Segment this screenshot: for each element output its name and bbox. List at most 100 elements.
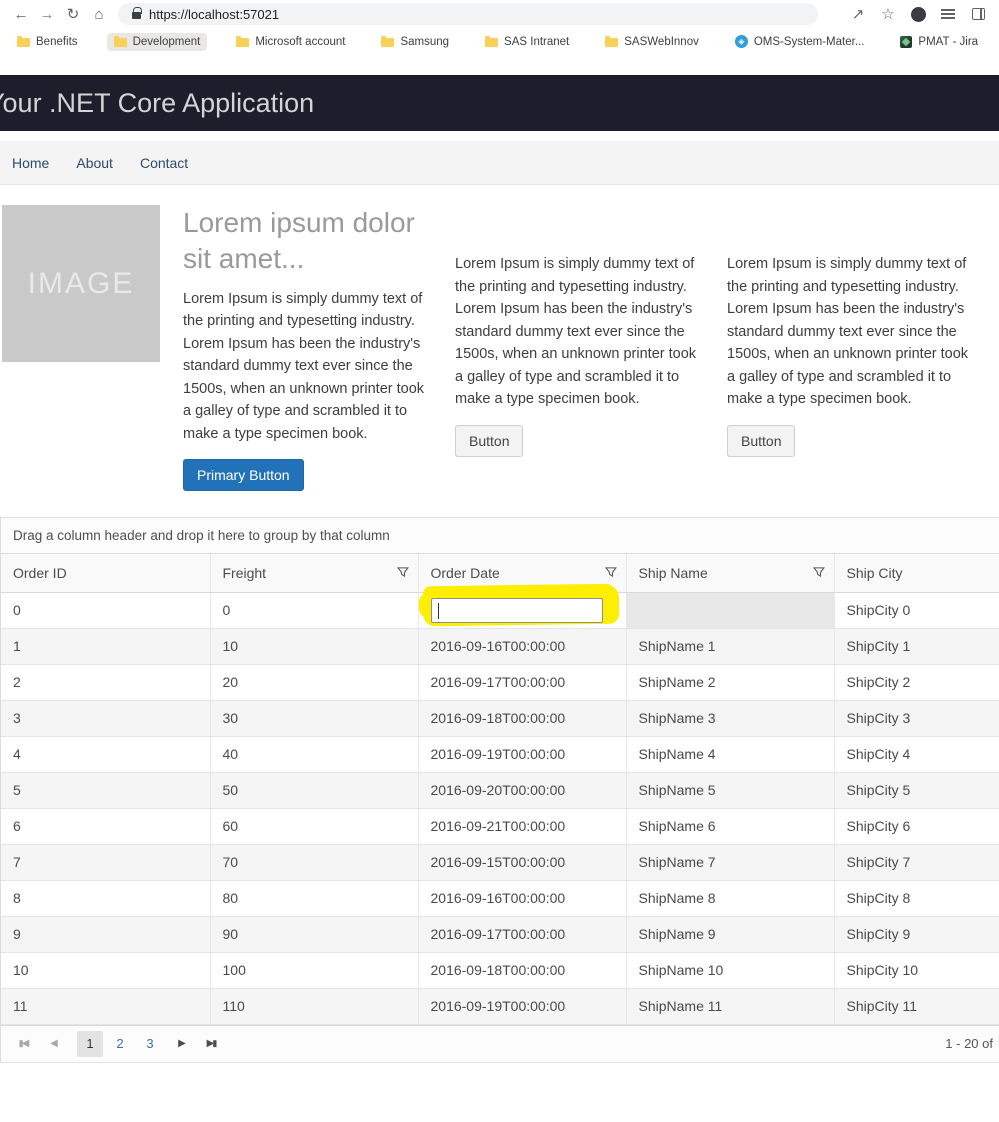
order-date-cell[interactable]: 2016-09-18T00:00:00 — [418, 952, 626, 988]
pager-last-icon[interactable]: ▶ — [199, 1031, 225, 1057]
refresh-icon[interactable]: ↻ — [60, 2, 86, 26]
ship-name-cell[interactable]: ShipName 3 — [626, 700, 834, 736]
ship-name-cell[interactable]: ShipName 8 — [626, 880, 834, 916]
freight-cell[interactable]: 90 — [210, 916, 418, 952]
button-2[interactable]: Button — [455, 425, 523, 457]
ship-city-cell[interactable]: ShipCity 10 — [834, 952, 999, 988]
bookmark-microsoft-account[interactable]: Microsoft account — [229, 33, 352, 51]
order-id-cell[interactable]: 1 — [1, 628, 210, 664]
order-id-cell[interactable]: 5 — [1, 772, 210, 808]
ship-name-cell[interactable]: ShipName 5 — [626, 772, 834, 808]
ship-city-cell[interactable]: ShipCity 9 — [834, 916, 999, 952]
column-header-ship-name[interactable]: Ship Name — [626, 554, 834, 592]
order-date-cell[interactable]: 2016-09-17T00:00:00 — [418, 916, 626, 952]
bookmark-pmat-jira[interactable]: PMAT - Jira — [893, 33, 985, 51]
nav-item-about[interactable]: About — [76, 155, 113, 171]
order-date-cell[interactable]: 2016-09-19T00:00:00 — [418, 988, 626, 1024]
pager-page-1[interactable]: 1 — [77, 1031, 103, 1057]
order-id-cell[interactable]: 10 — [1, 952, 210, 988]
order-date-cell[interactable]: 2016-09-19T00:00:00 — [418, 736, 626, 772]
pager-first-icon[interactable]: ◀ — [11, 1031, 37, 1057]
order-date-cell[interactable]: 2016-09-21T00:00:00 — [418, 808, 626, 844]
order-id-cell[interactable]: 4 — [1, 736, 210, 772]
freight-cell[interactable]: 110 — [210, 988, 418, 1024]
ship-name-cell[interactable]: ShipName 10 — [626, 952, 834, 988]
bookmark-sas-intranet[interactable]: SAS Intranet — [478, 33, 576, 51]
bookmark-samsung[interactable]: Samsung — [374, 33, 456, 51]
ship-name-cell[interactable]: ShipName 7 — [626, 844, 834, 880]
order-id-cell[interactable]: 8 — [1, 880, 210, 916]
nav-item-contact[interactable]: Contact — [140, 155, 188, 171]
home-icon[interactable]: ⌂ — [86, 2, 112, 26]
bookmark-saswebinnov[interactable]: SASWebInnov — [598, 33, 706, 51]
group-drop-hint[interactable]: Drag a column header and drop it here to… — [1, 518, 999, 554]
freight-cell[interactable]: 70 — [210, 844, 418, 880]
order-id-cell[interactable]: 0 — [1, 592, 210, 628]
ship-name-cell[interactable]: ShipName 2 — [626, 664, 834, 700]
pager-prev-icon[interactable]: ◀ — [41, 1031, 67, 1057]
pager-page-2[interactable]: 2 — [107, 1031, 133, 1057]
button-3[interactable]: Button — [727, 425, 795, 457]
filter-icon[interactable] — [397, 565, 409, 581]
forward-icon[interactable]: → — [34, 2, 60, 26]
bookmark-development[interactable]: Development — [107, 33, 208, 51]
sidebar-icon[interactable] — [965, 2, 991, 26]
ship-city-cell[interactable]: ShipCity 1 — [834, 628, 999, 664]
freight-cell[interactable]: 60 — [210, 808, 418, 844]
pager-page-3[interactable]: 3 — [137, 1031, 163, 1057]
ship-name-cell[interactable]: ShipName 1 — [626, 628, 834, 664]
ship-city-cell[interactable]: ShipCity 2 — [834, 664, 999, 700]
address-bar[interactable]: https://localhost:57021 — [118, 3, 818, 25]
order-date-cell[interactable] — [418, 592, 626, 628]
ship-name-cell[interactable]: ShipName 11 — [626, 988, 834, 1024]
freight-cell[interactable]: 30 — [210, 700, 418, 736]
order-id-cell[interactable]: 7 — [1, 844, 210, 880]
ship-city-cell[interactable]: ShipCity 5 — [834, 772, 999, 808]
share-icon[interactable]: ↗ — [845, 2, 871, 26]
order-date-input[interactable] — [431, 598, 603, 623]
order-id-cell[interactable]: 6 — [1, 808, 210, 844]
order-id-cell[interactable]: 9 — [1, 916, 210, 952]
freight-cell[interactable]: 20 — [210, 664, 418, 700]
primary-button[interactable]: Primary Button — [183, 459, 304, 491]
column-header-order-id[interactable]: Order ID — [1, 554, 210, 592]
order-date-cell[interactable]: 2016-09-16T00:00:00 — [418, 880, 626, 916]
freight-cell[interactable]: 40 — [210, 736, 418, 772]
filter-icon[interactable] — [813, 565, 825, 581]
ship-name-cell[interactable] — [626, 592, 834, 628]
order-date-cell[interactable]: 2016-09-18T00:00:00 — [418, 700, 626, 736]
filter-icon[interactable] — [605, 565, 617, 581]
order-id-cell[interactable]: 2 — [1, 664, 210, 700]
column-header-freight[interactable]: Freight — [210, 554, 418, 592]
bookmark-benefits[interactable]: Benefits — [10, 33, 85, 51]
ship-name-cell[interactable]: ShipName 4 — [626, 736, 834, 772]
bookmark-oms-system-mater-[interactable]: ◈OMS-System-Mater... — [728, 32, 872, 51]
ship-city-cell[interactable]: ShipCity 6 — [834, 808, 999, 844]
freight-cell[interactable]: 50 — [210, 772, 418, 808]
order-date-cell[interactable]: 2016-09-16T00:00:00 — [418, 628, 626, 664]
url-text[interactable]: https://localhost:57021 — [149, 7, 279, 22]
freight-cell[interactable]: 80 — [210, 880, 418, 916]
back-icon[interactable]: ← — [8, 2, 34, 26]
ship-city-cell[interactable]: ShipCity 7 — [834, 844, 999, 880]
order-date-cell[interactable]: 2016-09-17T00:00:00 — [418, 664, 626, 700]
column-header-ship-city[interactable]: Ship City — [834, 554, 999, 592]
ship-name-cell[interactable]: ShipName 9 — [626, 916, 834, 952]
freight-cell[interactable]: 100 — [210, 952, 418, 988]
order-id-cell[interactable]: 11 — [1, 988, 210, 1024]
order-date-cell[interactable]: 2016-09-15T00:00:00 — [418, 844, 626, 880]
ship-city-cell[interactable]: ShipCity 3 — [834, 700, 999, 736]
order-date-cell[interactable]: 2016-09-20T00:00:00 — [418, 772, 626, 808]
ship-city-cell[interactable]: ShipCity 4 — [834, 736, 999, 772]
ship-city-cell[interactable]: ShipCity 0 — [834, 592, 999, 628]
freight-cell[interactable]: 10 — [210, 628, 418, 664]
pager-next-icon[interactable]: ▶ — [169, 1031, 195, 1057]
ship-city-cell[interactable]: ShipCity 11 — [834, 988, 999, 1024]
nav-item-home[interactable]: Home — [12, 155, 49, 171]
ship-city-cell[interactable]: ShipCity 8 — [834, 880, 999, 916]
order-id-cell[interactable]: 3 — [1, 700, 210, 736]
freight-cell[interactable]: 0 — [210, 592, 418, 628]
bookmark-star-icon[interactable]: ☆ — [875, 2, 901, 26]
extension-icon[interactable] — [905, 2, 931, 26]
reading-list-icon[interactable] — [935, 2, 961, 26]
